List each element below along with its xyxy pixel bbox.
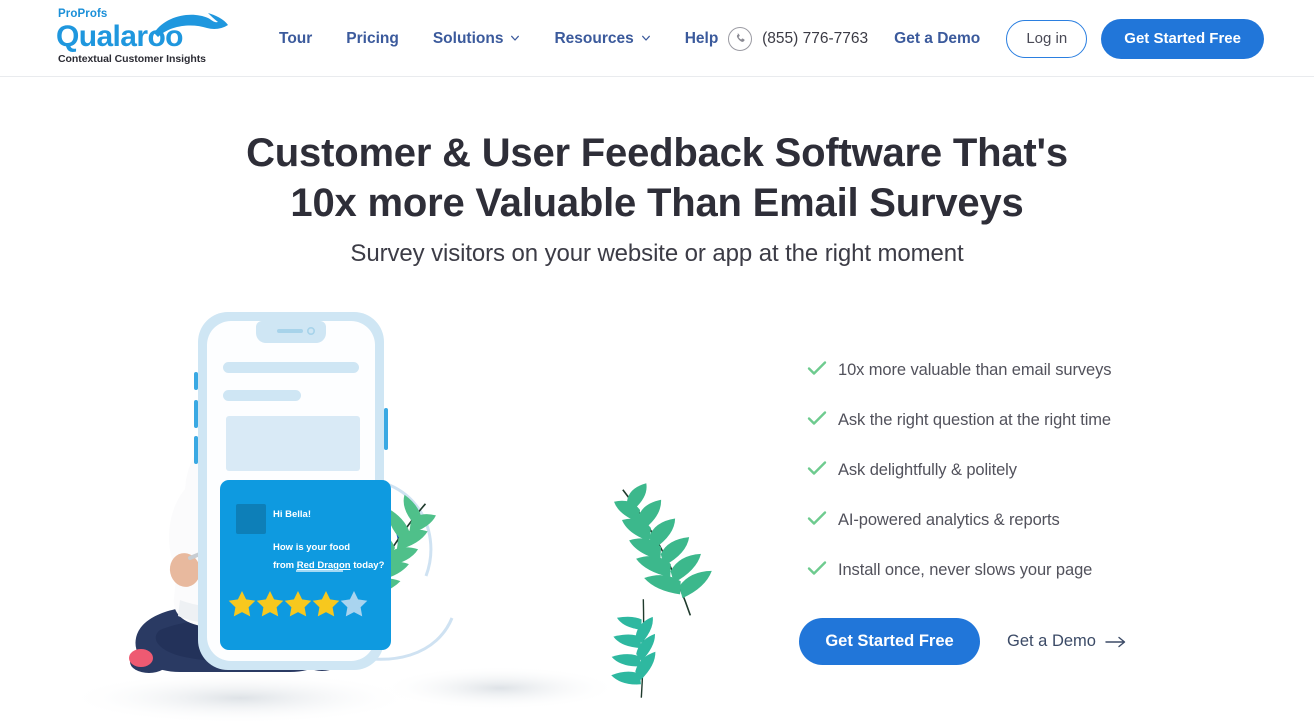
header-get-a-demo-link[interactable]: Get a Demo: [894, 30, 980, 48]
feature-label: Ask delightfully & politely: [838, 460, 1017, 479]
phone-mockup: Hi Bella! How is your food from Red Drag…: [194, 312, 391, 670]
chevron-down-icon: [511, 35, 520, 41]
site-header: ProProfs Qualaroo Contextual Customer In…: [0, 0, 1314, 77]
survey-question-line-2: from Red Dragon today?: [273, 560, 385, 571]
nav-item-solutions[interactable]: Solutions: [416, 24, 538, 54]
phone-icon: [728, 26, 753, 51]
phone-contact[interactable]: (855) 776-7763: [728, 26, 869, 51]
feature-label: AI-powered analytics & reports: [838, 510, 1060, 529]
feature-item: Install once, never slows your page: [807, 545, 1207, 595]
main-navigation: Tour Pricing Solutions Resources Help: [262, 0, 735, 77]
check-icon: [807, 460, 833, 481]
site-logo[interactable]: ProProfs Qualaroo Contextual Customer In…: [56, 8, 228, 68]
feature-item: Ask the right question at the right time: [807, 395, 1207, 445]
survey-question-line-1: How is your food: [273, 542, 350, 553]
header-actions: (855) 776-7763 Get a Demo Log in Get Sta…: [728, 0, 1264, 77]
survey-greeting: Hi Bella!: [273, 509, 311, 520]
chevron-down-icon: [641, 35, 650, 41]
feature-label: Install once, never slows your page: [838, 560, 1093, 579]
hero-subtitle: Survey visitors on your website or app a…: [350, 240, 964, 267]
check-icon: [807, 410, 833, 431]
hero-get-a-demo-link[interactable]: Get a Demo: [1007, 632, 1127, 651]
cta-demo-label: Get a Demo: [1007, 632, 1096, 650]
feature-item: AI-powered analytics & reports: [807, 495, 1207, 545]
page-title: Customer & User Feedback Software That's…: [0, 128, 1314, 228]
nav-label: Solutions: [432, 29, 504, 47]
nav-item-resources[interactable]: Resources: [537, 24, 667, 54]
feature-label: Ask the right question at the right time: [838, 410, 1111, 429]
nav-label: Help: [684, 29, 719, 47]
logo-tagline: Contextual Customer Insights: [58, 53, 206, 65]
check-icon: [807, 510, 833, 531]
phone-number: (855) 776-7763: [762, 29, 869, 47]
nav-label: Resources: [554, 29, 634, 47]
feature-list: 10x more valuable than email surveys Ask…: [807, 345, 1207, 595]
feature-label: 10x more valuable than email surveys: [838, 360, 1112, 379]
login-button[interactable]: Log in: [1006, 19, 1088, 58]
hero-title-line-1: Customer & User Feedback Software That's: [246, 131, 1068, 175]
hero-get-started-free-button[interactable]: Get Started Free: [799, 618, 980, 665]
nav-item-pricing[interactable]: Pricing: [329, 24, 416, 54]
feature-item: Ask delightfully & politely: [807, 445, 1207, 495]
hero-cta-row: Get Started Free Get a Demo: [799, 618, 1127, 665]
hero-title-line-2: 10x more Valuable Than Email Surveys: [290, 181, 1024, 225]
hero-illustration: Hi Bella! How is your food from Red Drag…: [40, 300, 720, 725]
check-icon: [807, 360, 833, 381]
check-icon: [807, 560, 833, 581]
nav-item-tour[interactable]: Tour: [262, 24, 329, 54]
nav-item-help[interactable]: Help: [668, 24, 736, 54]
nav-label: Tour: [279, 29, 313, 47]
arrow-right-icon: [1105, 636, 1126, 647]
header-get-started-free-button[interactable]: Get Started Free: [1101, 18, 1264, 59]
survey-card: Hi Bella! How is your food from Red Drag…: [220, 480, 391, 650]
logo-brand-text: Qualaroo: [56, 20, 183, 53]
nav-label: Pricing: [346, 29, 399, 47]
feature-item: 10x more valuable than email surveys: [807, 345, 1207, 395]
